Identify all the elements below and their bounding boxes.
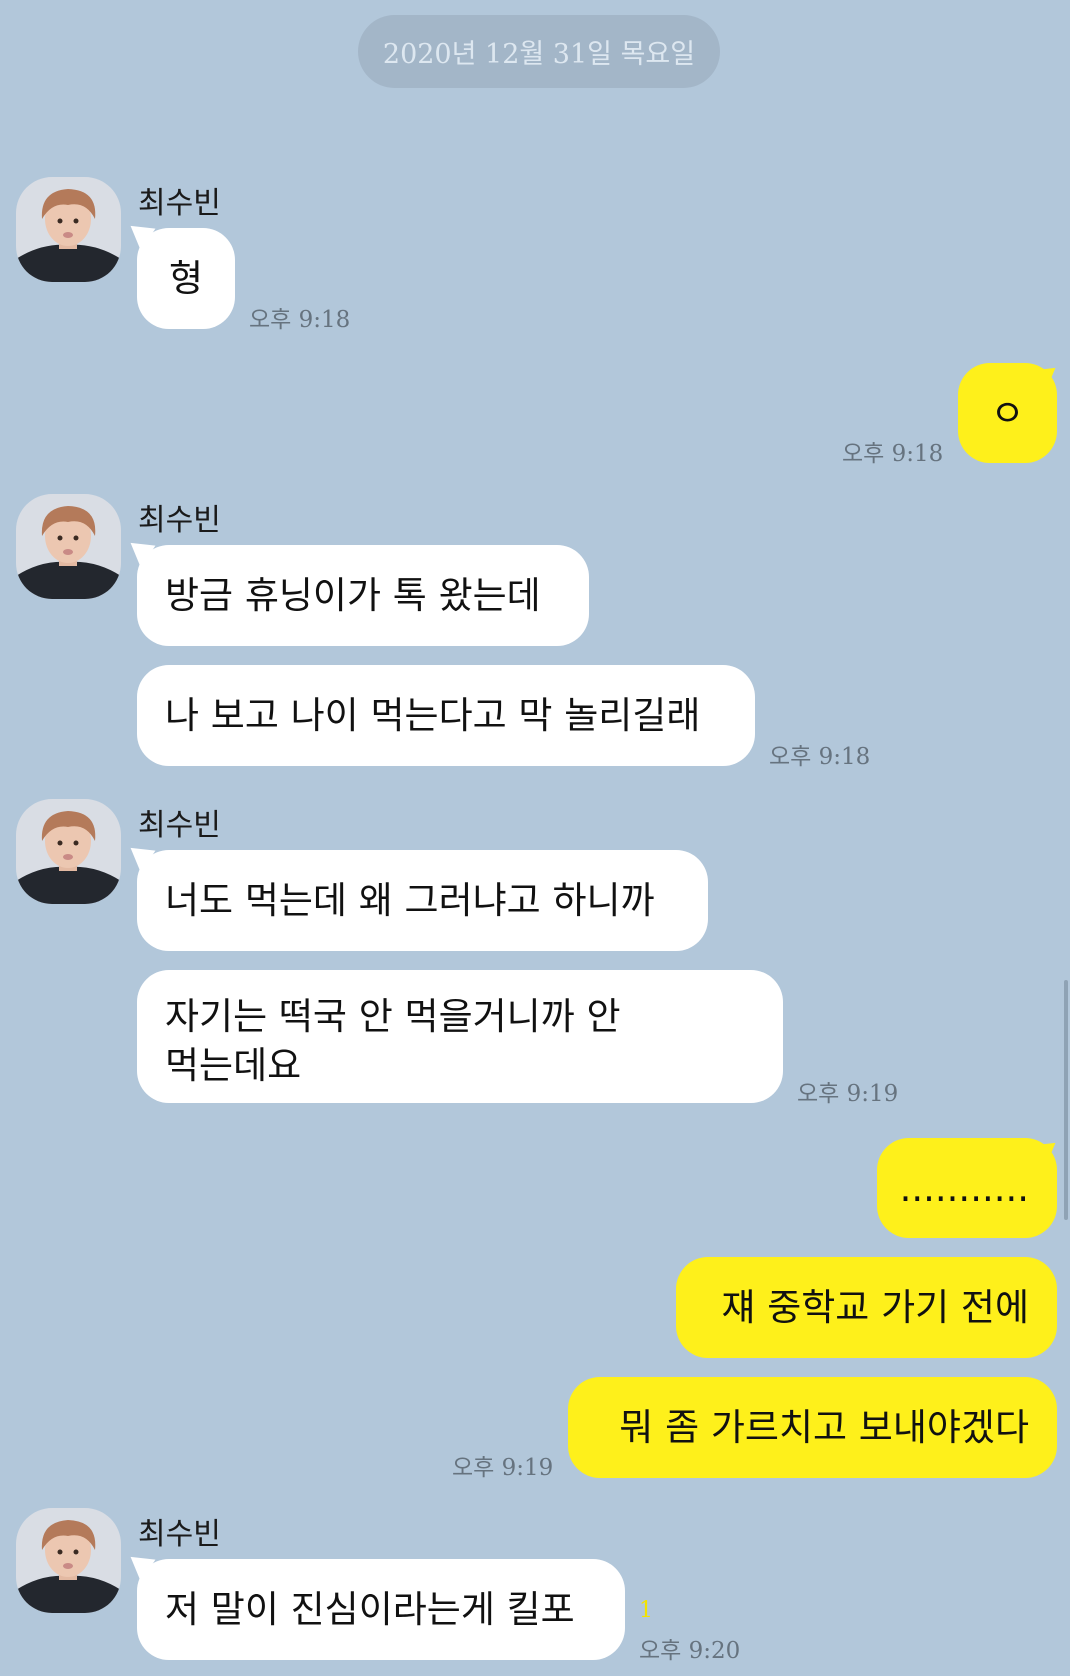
message-text: 쟤 중학교 가기 전에 xyxy=(721,1286,1029,1329)
avatar-icon[interactable] xyxy=(16,799,121,904)
message-bubble[interactable]: 나 보고 나이 먹는다고 막 놀리길래 xyxy=(137,665,755,766)
message-time: 오후 9:20 xyxy=(639,1638,741,1664)
message-bubble[interactable]: 뭐 좀 가르치고 보내야겠다 xyxy=(568,1377,1057,1478)
message-bubble[interactable]: 자기는 떡국 안 먹을거니까 안 먹는데요 xyxy=(137,970,783,1103)
sender-name: 최수빈 xyxy=(138,1517,221,1552)
avatar-icon[interactable] xyxy=(16,1508,121,1613)
avatar-icon[interactable] xyxy=(16,494,121,599)
message-time: 오후 9:19 xyxy=(452,1455,554,1481)
message-bubble[interactable]: ㅇ xyxy=(958,363,1057,463)
message-bubble[interactable]: ........... xyxy=(877,1138,1057,1238)
message-time: 오후 9:18 xyxy=(249,307,351,333)
date-divider: 2020년 12월 31일 목요일 xyxy=(358,15,720,88)
message-text: ........... xyxy=(899,1166,1029,1210)
message-text: ㅇ xyxy=(990,391,1025,435)
message-time: 오후 9:18 xyxy=(769,744,871,770)
message-time: 오후 9:19 xyxy=(797,1081,899,1107)
message-bubble[interactable]: 저 말이 진심이라는게 킬포 xyxy=(137,1559,625,1660)
message-text: 형 xyxy=(168,257,204,300)
message-text: 나 보고 나이 먹는다고 막 놀리길래 xyxy=(165,694,701,737)
message-text: 뭐 좀 가르치고 보내야겠다 xyxy=(619,1406,1029,1449)
message-text: 너도 먹는데 왜 그러냐고 하니까 xyxy=(165,879,655,922)
scrollbar[interactable] xyxy=(1064,980,1068,1220)
sender-name: 최수빈 xyxy=(138,186,221,221)
sender-name: 최수빈 xyxy=(138,808,221,843)
sender-name: 최수빈 xyxy=(138,503,221,538)
message-bubble[interactable]: 형 xyxy=(137,228,235,329)
avatar-icon[interactable] xyxy=(16,177,121,282)
message-text: 자기는 떡국 안 먹을거니까 안 먹는데요 xyxy=(165,995,621,1087)
message-time: 오후 9:18 xyxy=(842,441,944,467)
message-text: 방금 휴닝이가 톡 왔는데 xyxy=(165,574,541,617)
message-bubble[interactable]: 쟤 중학교 가기 전에 xyxy=(676,1257,1057,1358)
message-text: 저 말이 진심이라는게 킬포 xyxy=(165,1588,575,1631)
message-bubble[interactable]: 너도 먹는데 왜 그러냐고 하니까 xyxy=(137,850,708,951)
unread-count: 1 xyxy=(639,1598,653,1623)
message-bubble[interactable]: 방금 휴닝이가 톡 왔는데 xyxy=(137,545,589,646)
